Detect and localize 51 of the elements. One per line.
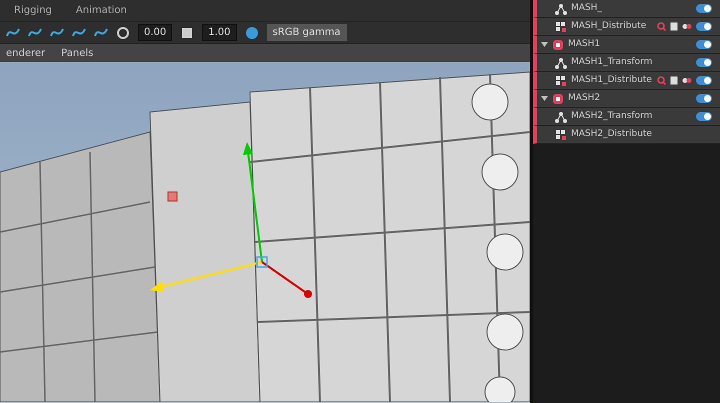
outliner-item[interactable]: MASH2 <box>533 90 720 108</box>
mash-node-icon <box>552 38 564 50</box>
toggle-switch[interactable] <box>696 94 712 103</box>
document-icon[interactable] <box>670 76 678 85</box>
expanded-caret-icon[interactable] <box>541 95 548 102</box>
item-label: MASH_ <box>571 2 603 15</box>
item-label: MASH_Distribute <box>571 20 648 33</box>
distribute-node-icon <box>555 128 567 140</box>
toggle-switch[interactable] <box>696 76 712 85</box>
item-label: MASH1_Transform <box>571 56 654 69</box>
search-icon[interactable] <box>657 76 666 85</box>
mash-node-icon <box>552 92 564 104</box>
link-icon[interactable] <box>682 76 692 85</box>
outliner-item[interactable]: MASH1_Transform <box>533 54 720 72</box>
item-label: MASH2_Transform <box>571 110 654 123</box>
color-space-dropdown[interactable]: sRGB gamma <box>266 24 347 41</box>
outliner-item[interactable]: MASH_Distribute <box>533 18 720 36</box>
item-label: MASH2_Distribute <box>571 128 653 141</box>
exposure-field[interactable]: 0.00 <box>138 24 172 41</box>
pivot-handle-icon[interactable] <box>256 256 268 268</box>
item-label: MASH1_Distribute <box>571 74 653 87</box>
y-axis-arrow-icon[interactable] <box>243 142 263 262</box>
distribute-node-icon <box>555 20 567 32</box>
shelf-tab[interactable]: Rigging <box>6 3 60 18</box>
x-axis-arrow-icon[interactable] <box>150 261 262 292</box>
gamma-field[interactable]: 1.00 <box>202 24 237 41</box>
menu-item[interactable]: enderer <box>6 46 46 60</box>
toggle-switch[interactable] <box>696 58 712 67</box>
transform-node-icon <box>555 110 567 122</box>
toggle-switch[interactable] <box>696 40 712 49</box>
toggle-switch[interactable] <box>696 4 712 13</box>
outliner-item[interactable]: MASH2_Distribute <box>533 126 720 144</box>
link-icon[interactable] <box>682 22 692 31</box>
selected-face-icon <box>168 192 178 202</box>
z-axis-arrow-icon[interactable] <box>261 261 312 298</box>
search-icon[interactable] <box>657 22 666 31</box>
expanded-caret-icon[interactable] <box>541 41 548 48</box>
transform-node-icon <box>555 2 567 14</box>
item-label: MASH1 <box>568 38 602 51</box>
outliner-item[interactable]: MASH1_Distribute <box>533 72 720 90</box>
menu-item[interactable]: Panels <box>61 46 94 60</box>
document-icon[interactable] <box>670 22 678 31</box>
outliner-item[interactable]: MASH_ <box>533 0 720 18</box>
toggle-switch[interactable] <box>696 22 712 31</box>
toggle-switch[interactable] <box>696 112 712 121</box>
transform-node-icon <box>555 56 567 68</box>
outliner-item[interactable]: MASH1 <box>533 36 720 54</box>
item-label: MASH2 <box>568 92 602 105</box>
outliner-item[interactable]: MASH2_Transform <box>533 108 720 126</box>
distribute-node-icon <box>555 74 567 86</box>
shelf-tab[interactable]: Animation <box>68 3 135 18</box>
